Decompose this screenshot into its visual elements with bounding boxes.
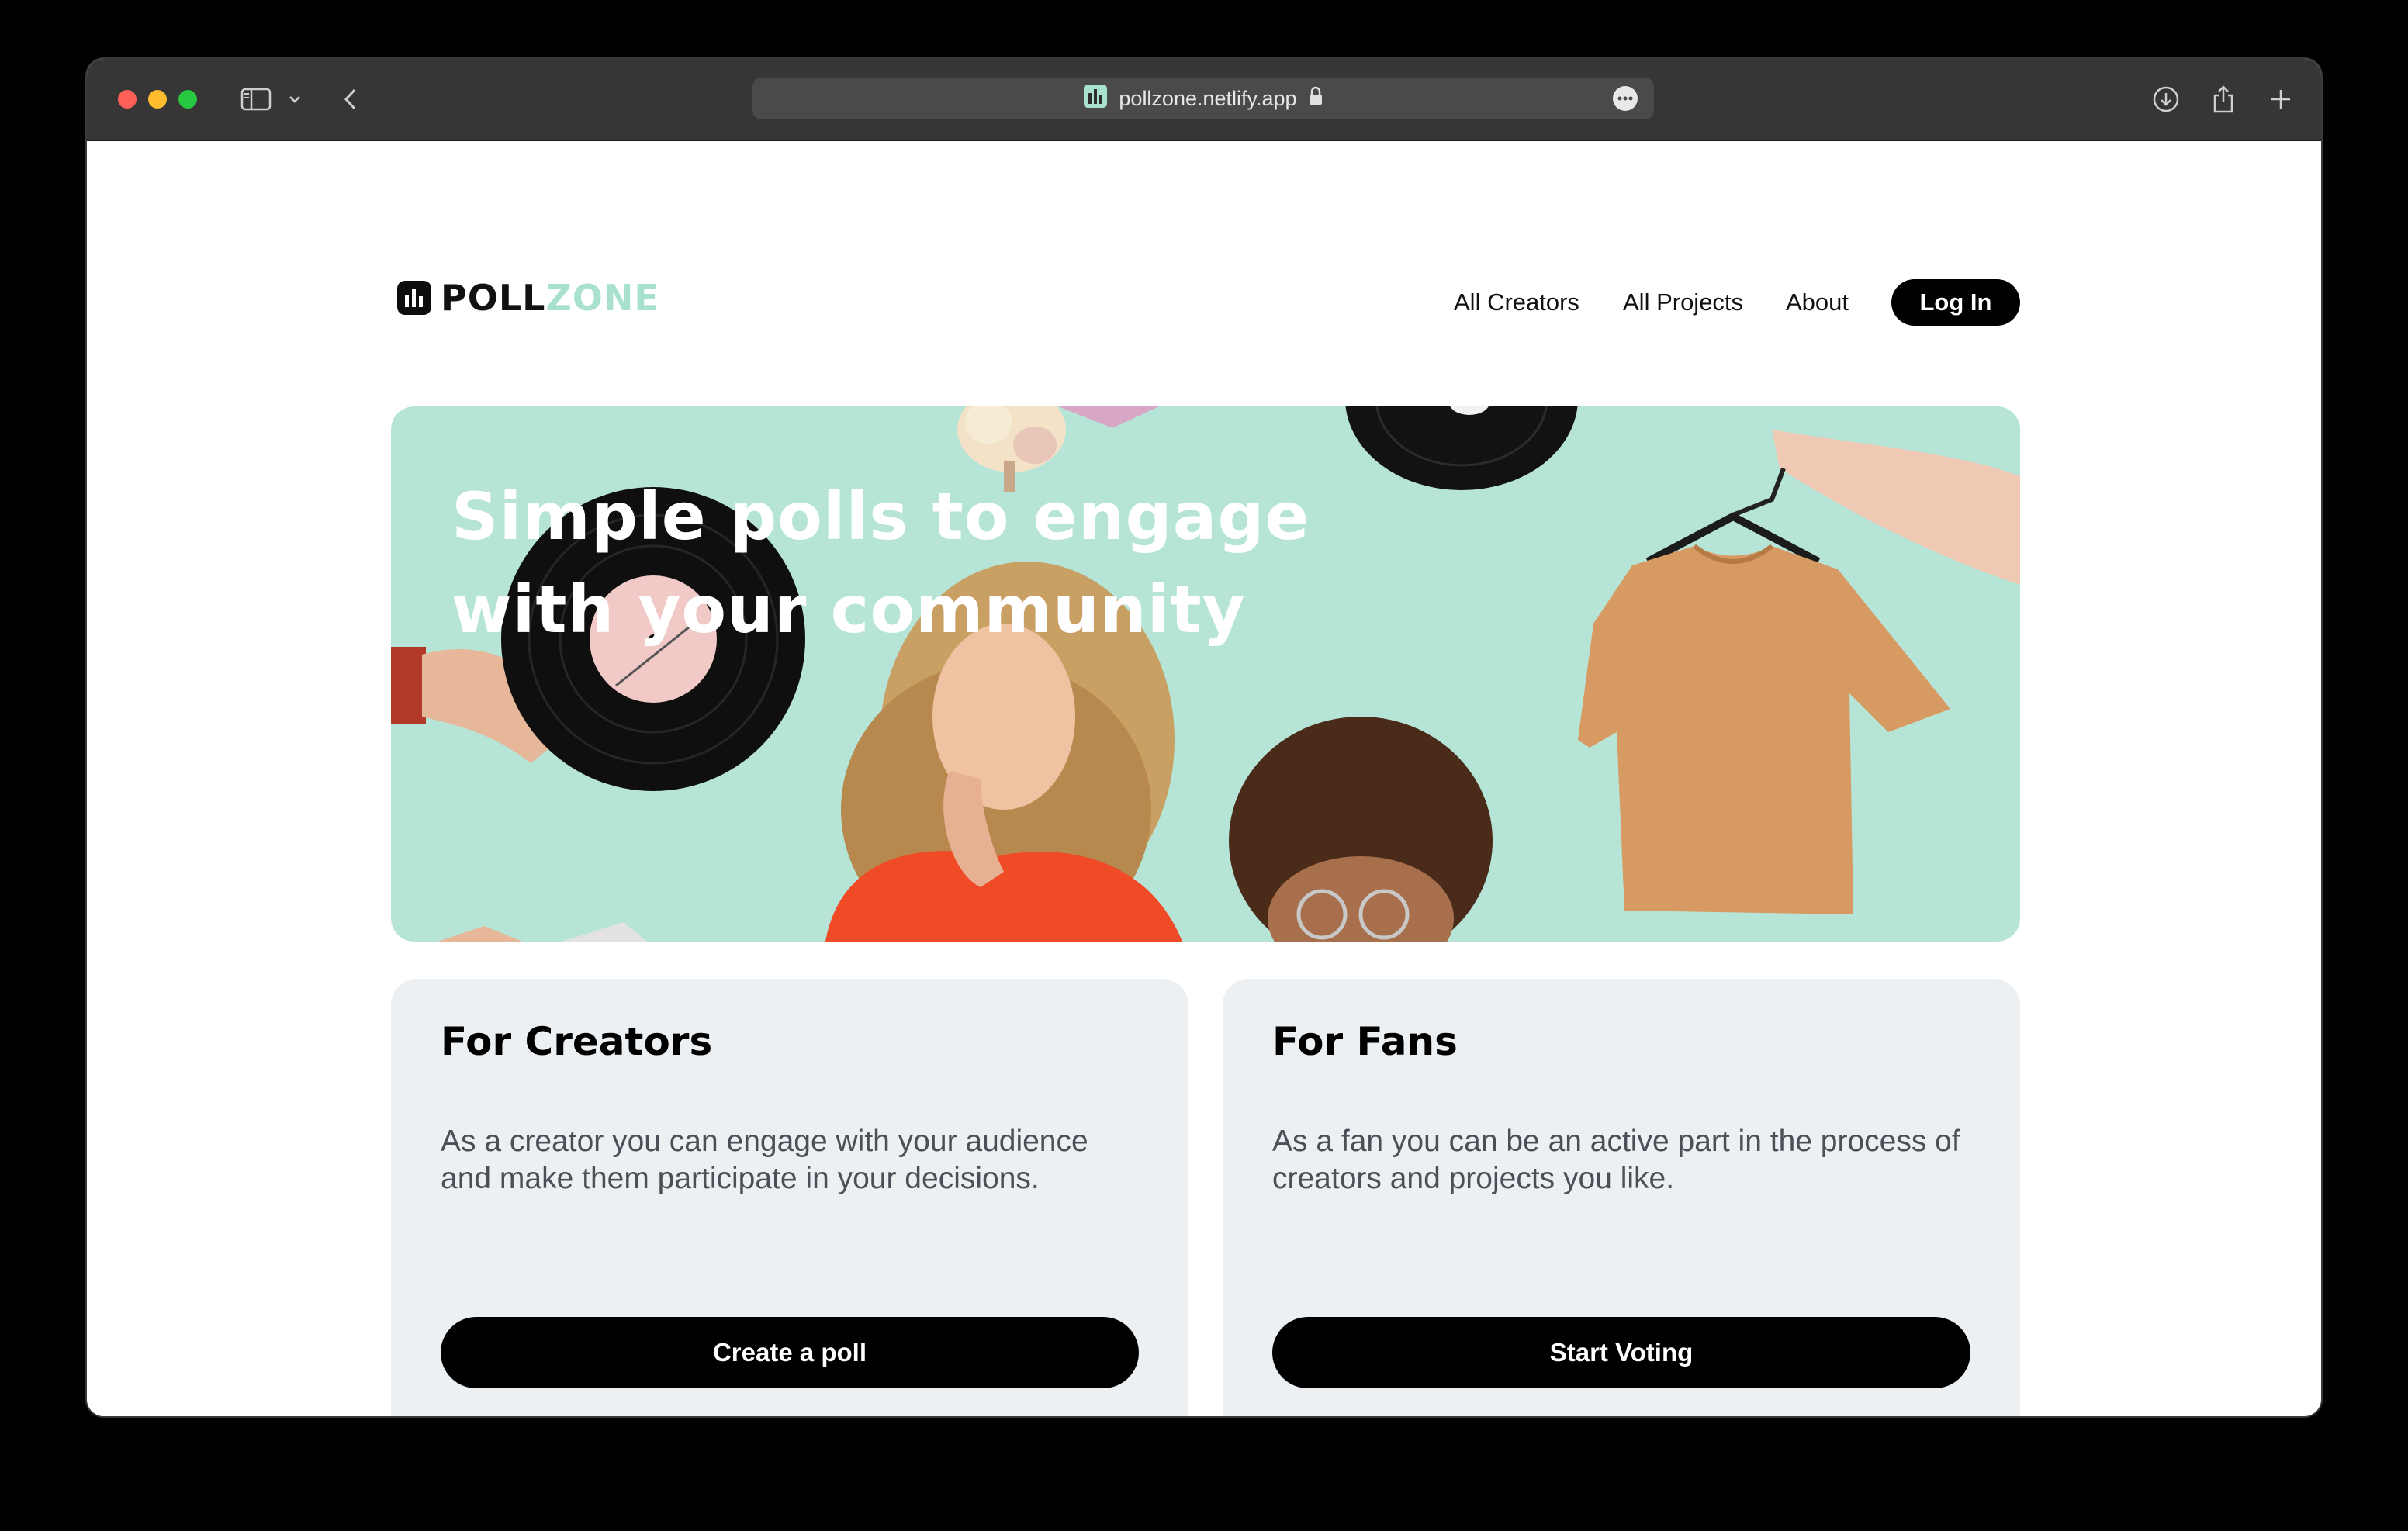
- creators-card-title: For Creators: [441, 1019, 713, 1064]
- login-button[interactable]: Log In: [1891, 279, 2020, 326]
- back-icon[interactable]: [335, 82, 366, 116]
- new-tab-icon[interactable]: [2264, 82, 2298, 116]
- chevron-down-icon[interactable]: [285, 82, 304, 116]
- share-icon[interactable]: [2206, 82, 2240, 116]
- logo-text-primary: POLL: [441, 277, 546, 319]
- browser-toolbar: pollzone.netlify.app: [87, 59, 2321, 141]
- nav-all-creators[interactable]: All Creators: [1454, 279, 1579, 326]
- pollzone-logo[interactable]: POLLZONE: [397, 279, 659, 316]
- creators-card-description: As a creator you can engage with your au…: [441, 1125, 1088, 1195]
- more-icon[interactable]: [1612, 85, 1638, 112]
- curly-hair-person-image: [1229, 717, 1493, 942]
- start-voting-button[interactable]: Start Voting: [1272, 1317, 1970, 1388]
- fans-card: For Fans As a fan you can be an active p…: [1223, 979, 2020, 1416]
- nav-all-projects[interactable]: All Projects: [1623, 279, 1743, 326]
- shirt-on-hanger-image: [1578, 430, 2020, 914]
- create-poll-button[interactable]: Create a poll: [441, 1317, 1139, 1388]
- bottom-hands-image: [438, 922, 647, 942]
- sidebar-icon[interactable]: [239, 82, 273, 116]
- close-window-button[interactable]: [118, 90, 137, 109]
- lock-icon: [1308, 86, 1323, 112]
- browser-window: pollzone.netlify.app POLLZONE All Creato…: [87, 59, 2321, 1416]
- fans-card-description: As a fan you can be an active part in th…: [1272, 1125, 1960, 1195]
- address-bar[interactable]: pollzone.netlify.app: [752, 78, 1654, 119]
- logo-text-secondary: ZONE: [545, 277, 659, 319]
- download-icon[interactable]: [2149, 82, 2183, 116]
- web-page: POLLZONE All Creators All Projects About…: [87, 141, 2321, 1416]
- hero-banner: Simple polls to engage with your communi…: [391, 406, 2020, 942]
- creators-card: For Creators As a creator you can engage…: [391, 979, 1188, 1416]
- site-favicon-icon: [1083, 84, 1108, 114]
- hero-title: Simple polls to engage with your communi…: [452, 479, 1310, 648]
- zoom-window-button[interactable]: [178, 90, 197, 109]
- fans-card-title: For Fans: [1272, 1019, 1458, 1064]
- nav-about[interactable]: About: [1786, 279, 1849, 326]
- minimize-window-button[interactable]: [148, 90, 167, 109]
- logo-bar-chart-icon: [397, 281, 431, 315]
- url-text: pollzone.netlify.app: [1119, 86, 1297, 110]
